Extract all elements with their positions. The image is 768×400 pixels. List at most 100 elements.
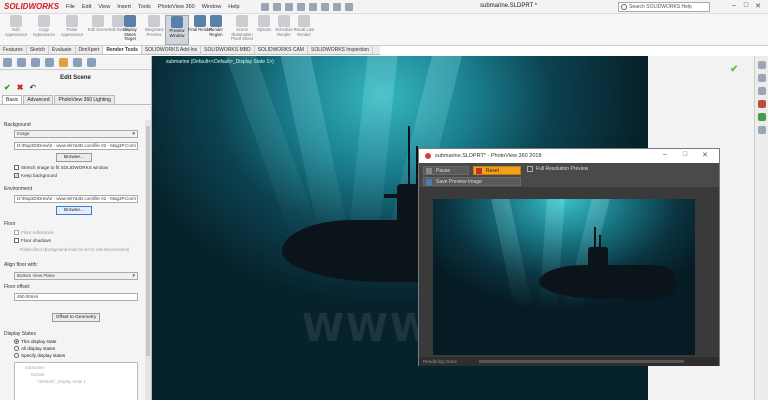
new-icon[interactable] bbox=[260, 2, 269, 11]
tab-render-tools[interactable]: Render Tools bbox=[103, 46, 142, 54]
save-icon[interactable] bbox=[284, 2, 293, 11]
minimize-icon[interactable]: – bbox=[728, 2, 740, 10]
floor-offset-input[interactable]: 490.00mm bbox=[14, 293, 138, 301]
proof-sheet-button[interactable]: Scene Illumination Proof Sheet bbox=[230, 15, 254, 42]
scene-icon bbox=[92, 15, 104, 27]
tab-addins[interactable]: SOLIDWORKS Add-Ins bbox=[142, 46, 202, 54]
tree-item-display-state[interactable]: <Default>_Display State 1 bbox=[15, 379, 137, 384]
stretch-image-checkbox[interactable]: Stretch image to fit SOLIDWORKS window bbox=[14, 165, 108, 170]
cancel-icon[interactable]: ✖ bbox=[17, 83, 24, 92]
feature-tree-icon[interactable] bbox=[3, 58, 12, 67]
configuration-icon[interactable] bbox=[31, 58, 40, 67]
tab-photoview-lighting[interactable]: PhotoView 360 Lighting bbox=[54, 95, 115, 104]
maximize-icon[interactable]: □ bbox=[675, 151, 695, 159]
manager-tabs bbox=[0, 56, 151, 70]
save-preview-button[interactable]: Save Preview Image bbox=[423, 177, 521, 186]
radio-specify-display-states[interactable]: Specify display states bbox=[14, 353, 65, 358]
offset-to-geometry-button[interactable]: Offset to Geometry bbox=[52, 313, 100, 322]
appearances-icon[interactable] bbox=[757, 113, 766, 121]
command-tabs: Features Sketch Evaluate DimXpert Render… bbox=[0, 46, 380, 55]
radio-this-display-state[interactable]: This display state bbox=[14, 339, 57, 344]
menu-insert[interactable]: Insert bbox=[117, 4, 131, 10]
floor-shadows-checkbox[interactable]: Floor shadows bbox=[14, 238, 51, 243]
open-icon[interactable] bbox=[272, 2, 281, 11]
reset-button[interactable]: Reset bbox=[473, 166, 521, 175]
tab-inspection[interactable]: SOLIDWORKS Inspection bbox=[308, 46, 374, 54]
full-resolution-checkbox[interactable]: Full Resolution Preview bbox=[527, 166, 588, 172]
checkbox-box: ✓ bbox=[14, 173, 19, 178]
select-icon[interactable] bbox=[320, 2, 329, 11]
menu-photoview[interactable]: PhotoView 360 bbox=[158, 4, 195, 10]
dimxpert-icon[interactable] bbox=[45, 58, 54, 67]
paste-icon bbox=[66, 15, 78, 27]
print-icon[interactable] bbox=[296, 2, 305, 11]
background-type-select[interactable]: Image bbox=[14, 130, 138, 138]
background-path-field[interactable]: D:\Rap3D\Drew\2 - www.WiYa3D.com\file 02… bbox=[14, 142, 138, 150]
display-manager-icon[interactable] bbox=[59, 58, 68, 67]
search-input[interactable]: Search SOLIDWORKS Help bbox=[618, 2, 710, 12]
radio-dot bbox=[14, 346, 19, 351]
tab-evaluate[interactable]: Evaluate bbox=[49, 46, 76, 54]
environment-path-field[interactable]: D:\Rap3D\Drew\2 - www.WiYa3D.com\file 02… bbox=[14, 195, 138, 203]
options-icon[interactable] bbox=[344, 2, 353, 11]
cam-icon[interactable] bbox=[73, 58, 82, 67]
tab-sketch[interactable]: Sketch bbox=[27, 46, 50, 54]
maximize-icon[interactable]: □ bbox=[740, 2, 752, 10]
confirm-corner-icon[interactable]: ✔ bbox=[730, 64, 738, 75]
tree-item-default[interactable]: Default bbox=[15, 372, 137, 377]
custom-properties-icon[interactable] bbox=[757, 126, 766, 134]
floor-reflections-checkbox[interactable]: Floor reflections bbox=[14, 230, 54, 235]
menu-window[interactable]: Window bbox=[202, 4, 222, 10]
submarine-mast bbox=[594, 227, 596, 249]
display-states-button[interactable]: Display States Target bbox=[118, 15, 142, 42]
radio-all-display-states[interactable]: All display states bbox=[14, 346, 55, 351]
tree-item-submarine[interactable]: submarine bbox=[15, 365, 137, 370]
menu-help[interactable]: Help bbox=[228, 4, 239, 10]
floor-section-label: Floor bbox=[4, 221, 16, 227]
tab-dimxpert[interactable]: DimXpert bbox=[76, 46, 104, 54]
render-manager-icon[interactable] bbox=[87, 58, 96, 67]
tab-mbd[interactable]: SOLIDWORKS MBD bbox=[201, 46, 255, 54]
tab-advanced[interactable]: Advanced bbox=[23, 95, 54, 104]
design-library-icon[interactable] bbox=[757, 74, 766, 82]
view-palette-icon[interactable] bbox=[757, 100, 766, 108]
menu-tools[interactable]: Tools bbox=[138, 4, 151, 10]
reset-label: Reset bbox=[486, 168, 500, 174]
menu-file[interactable]: File bbox=[66, 4, 75, 10]
close-icon[interactable]: ✕ bbox=[695, 151, 715, 159]
checkbox-box bbox=[14, 230, 19, 235]
copy-appearance-button[interactable]: Copy Appearance bbox=[32, 15, 56, 37]
render-region-button[interactable]: Render Region bbox=[204, 15, 228, 37]
file-explorer-icon[interactable] bbox=[757, 87, 766, 95]
keep-background-checkbox[interactable]: ✓ Keep background bbox=[14, 173, 57, 178]
pause-button[interactable]: Pause bbox=[423, 166, 469, 175]
tool-label: Schedule Render bbox=[275, 27, 293, 37]
rebuild-icon[interactable] bbox=[332, 2, 341, 11]
background-browse-button[interactable]: Browse... bbox=[56, 153, 92, 162]
integrated-preview-button[interactable]: Integrated Preview bbox=[142, 15, 166, 37]
ok-icon[interactable]: ✔ bbox=[4, 83, 11, 92]
minimize-icon[interactable]: – bbox=[655, 151, 675, 159]
tool-label: Recall Last Render bbox=[293, 27, 315, 37]
undo-scene-icon[interactable]: ↶ bbox=[29, 83, 36, 92]
undo-icon[interactable] bbox=[308, 2, 317, 11]
menu-edit[interactable]: Edit bbox=[82, 4, 91, 10]
environment-browse-button[interactable]: Browse... bbox=[56, 206, 92, 215]
property-manager-icon[interactable] bbox=[17, 58, 26, 67]
tab-cam[interactable]: SOLIDWORKS CAM bbox=[255, 46, 308, 54]
display-states-tree[interactable]: submarine Default <Default>_Display Stat… bbox=[14, 362, 138, 400]
menu-view[interactable]: View bbox=[98, 4, 110, 10]
recall-render-button[interactable]: Recall Last Render bbox=[292, 15, 316, 37]
panel-subtabs: Basic Advanced PhotoView 360 Lighting bbox=[0, 95, 151, 105]
resources-icon[interactable] bbox=[757, 61, 766, 69]
tab-features[interactable]: Features bbox=[0, 46, 27, 54]
pause-label: Pause bbox=[436, 168, 451, 174]
close-icon[interactable]: ✕ bbox=[752, 2, 764, 10]
paste-appearance-button[interactable]: Paste Appearance bbox=[60, 15, 84, 37]
tab-basic[interactable]: Basic bbox=[2, 95, 23, 104]
panel-scrollbar[interactable] bbox=[145, 120, 151, 400]
feature-tree-flyout[interactable]: submarine (Default<<Default>_Display Sta… bbox=[166, 59, 274, 65]
edit-appearance-button[interactable]: Edit Appearance bbox=[4, 15, 28, 37]
align-floor-select[interactable]: Bottom View Plane bbox=[14, 272, 138, 280]
preview-window-button[interactable]: Preview Window bbox=[165, 15, 189, 45]
